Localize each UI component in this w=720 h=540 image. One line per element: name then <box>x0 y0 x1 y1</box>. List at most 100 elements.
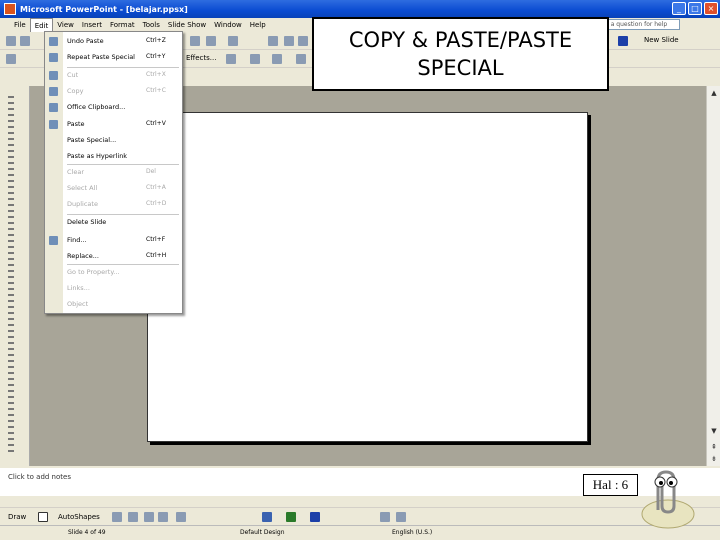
status-language: English (U.S.) <box>392 529 433 536</box>
lesson-title-line-2: SPECIAL <box>417 56 504 80</box>
edit-menu-item-label: Select All <box>67 184 98 192</box>
menu-edit[interactable]: Edit <box>29 18 54 32</box>
minimize-button[interactable]: _ <box>672 2 686 15</box>
edit-menu-item: Cut Ctrl+X <box>45 69 182 83</box>
bullets-icon[interactable] <box>250 54 260 64</box>
draw-menu[interactable]: Draw <box>8 513 26 521</box>
undo-toolbar-icon[interactable] <box>206 36 216 46</box>
new-icon[interactable] <box>6 36 16 46</box>
edit-menu-item-label: Links... <box>67 284 90 292</box>
font-box-icon[interactable] <box>6 54 16 64</box>
edit-menu-item-label: Undo Paste <box>67 37 104 45</box>
numbering-icon[interactable] <box>272 54 282 64</box>
doc-menu-icon[interactable] <box>0 18 10 32</box>
edit-menu-item-shortcut: Del <box>146 168 156 175</box>
slide-canvas[interactable] <box>147 112 588 442</box>
edit-menu-item-label: Cut <box>67 71 79 79</box>
format-painter-icon[interactable] <box>190 36 200 46</box>
effects-button[interactable]: Effects... <box>186 54 216 62</box>
edit-menu-item-label: Repeat Paste Special <box>67 53 135 61</box>
edit-menu-item[interactable]: Find... Ctrl+F <box>45 234 182 248</box>
view-buttons[interactable] <box>4 497 44 507</box>
menu-separator <box>67 214 179 215</box>
edit-menu-item[interactable]: Delete Slide <box>45 216 182 230</box>
scroll-up-icon[interactable]: ▲ <box>708 88 720 98</box>
shadow-icon[interactable] <box>380 512 390 522</box>
indent-icon[interactable] <box>296 54 306 64</box>
edit-menu-item[interactable]: Paste Ctrl+V <box>45 118 182 132</box>
edit-menu-item-shortcut: Ctrl+X <box>146 71 166 78</box>
maximize-button[interactable]: □ <box>688 2 702 15</box>
drawing-toolbar: Draw AutoShapes <box>0 507 720 525</box>
open-icon[interactable] <box>20 36 30 46</box>
oval-icon[interactable] <box>158 512 168 522</box>
cut-icon <box>49 71 58 80</box>
textbox-icon[interactable] <box>176 512 186 522</box>
insert-table-icon[interactable] <box>298 36 308 46</box>
powerpoint-app-icon[interactable] <box>4 3 16 15</box>
edit-menu-item-shortcut: Ctrl+Y <box>146 53 166 60</box>
redo-toolbar-icon[interactable] <box>228 36 238 46</box>
edit-menu-item[interactable]: Paste as Hyperlink <box>45 150 182 164</box>
menu-slide-show[interactable]: Slide Show <box>164 18 210 32</box>
menu-view[interactable]: View <box>53 18 78 32</box>
edit-menu-item-shortcut: Ctrl+D <box>146 200 167 207</box>
edit-menu-item-shortcut: Ctrl+H <box>146 252 167 259</box>
status-bar: Slide 4 of 49 Default Design English (U.… <box>0 525 720 540</box>
edit-menu-item: Duplicate Ctrl+D <box>45 198 182 212</box>
outline-pane[interactable] <box>0 86 30 466</box>
menu-separator <box>67 264 179 265</box>
edit-menu-item[interactable]: Undo Paste Ctrl+Z <box>45 35 182 49</box>
edit-menu-item[interactable]: Repeat Paste Special Ctrl+Y <box>45 51 182 65</box>
outline-text-lines <box>8 96 14 456</box>
select-arrow-icon[interactable] <box>38 512 48 522</box>
edit-menu-dropdown: Undo Paste Ctrl+Z Repeat Paste Special Ctrl… <box>44 31 183 314</box>
arrow-icon[interactable] <box>128 512 138 522</box>
menu-insert[interactable]: Insert <box>78 18 106 32</box>
undo-icon <box>49 37 58 46</box>
menu-file[interactable]: File <box>10 18 30 32</box>
edit-menu-item: Copy Ctrl+C <box>45 85 182 99</box>
edit-menu-item[interactable]: Paste Special... <box>45 134 182 148</box>
autoshapes-menu[interactable]: AutoShapes <box>58 513 100 521</box>
align-icon[interactable] <box>226 54 236 64</box>
edit-menu-item-label: Find... <box>67 236 87 244</box>
rectangle-icon[interactable] <box>144 512 154 522</box>
next-slide-icon[interactable]: ⇟ <box>708 454 720 464</box>
new-slide-button[interactable]: New Slide <box>644 36 679 44</box>
edit-menu-item[interactable]: Replace... Ctrl+H <box>45 250 182 264</box>
fill-color-icon[interactable] <box>262 512 272 522</box>
page-number: Hal : 6 <box>583 474 638 496</box>
status-design: Default Design <box>240 529 285 536</box>
close-button[interactable]: × <box>704 2 718 15</box>
office-assistant-clippy-icon[interactable] <box>636 466 698 532</box>
menu-separator <box>67 164 179 165</box>
edit-menu-item: Select All Ctrl+A <box>45 182 182 196</box>
edit-menu-item[interactable]: Office Clipboard... <box>45 101 182 115</box>
menu-help[interactable]: Help <box>246 18 270 32</box>
font-color-icon[interactable] <box>618 36 628 46</box>
menu-window[interactable]: Window <box>210 18 246 32</box>
lesson-title-line-1: COPY & PASTE/PASTE <box>348 28 573 52</box>
scroll-down-icon[interactable]: ▼ <box>708 426 720 436</box>
paste-icon <box>49 120 58 129</box>
previous-slide-icon[interactable]: ⇞ <box>708 442 720 452</box>
title-bar: Microsoft PowerPoint - [belajar.ppsx] _ … <box>0 0 720 18</box>
line-color-icon[interactable] <box>286 512 296 522</box>
edit-menu-item-label: Replace... <box>67 252 99 260</box>
menu-format[interactable]: Format <box>106 18 139 32</box>
edit-menu-item-shortcut: Ctrl+F <box>146 236 166 243</box>
font-color-draw-icon[interactable] <box>310 512 320 522</box>
chart-icon[interactable] <box>268 36 278 46</box>
edit-menu-item-label: Go to Property... <box>67 268 120 276</box>
line-icon[interactable] <box>112 512 122 522</box>
table-icon[interactable] <box>284 36 294 46</box>
menu-tools[interactable]: Tools <box>139 18 164 32</box>
edit-menu-item-label: Paste as Hyperlink <box>67 152 128 160</box>
edit-menu-item-shortcut: Ctrl+A <box>146 184 166 191</box>
3d-icon[interactable] <box>396 512 406 522</box>
edit-menu-item: Links... <box>45 282 182 296</box>
edit-menu-item-label: Copy <box>67 87 84 95</box>
vertical-scrollbar[interactable]: ▲ ▼ ⇞ ⇟ <box>706 86 720 466</box>
redo-icon <box>49 53 58 62</box>
